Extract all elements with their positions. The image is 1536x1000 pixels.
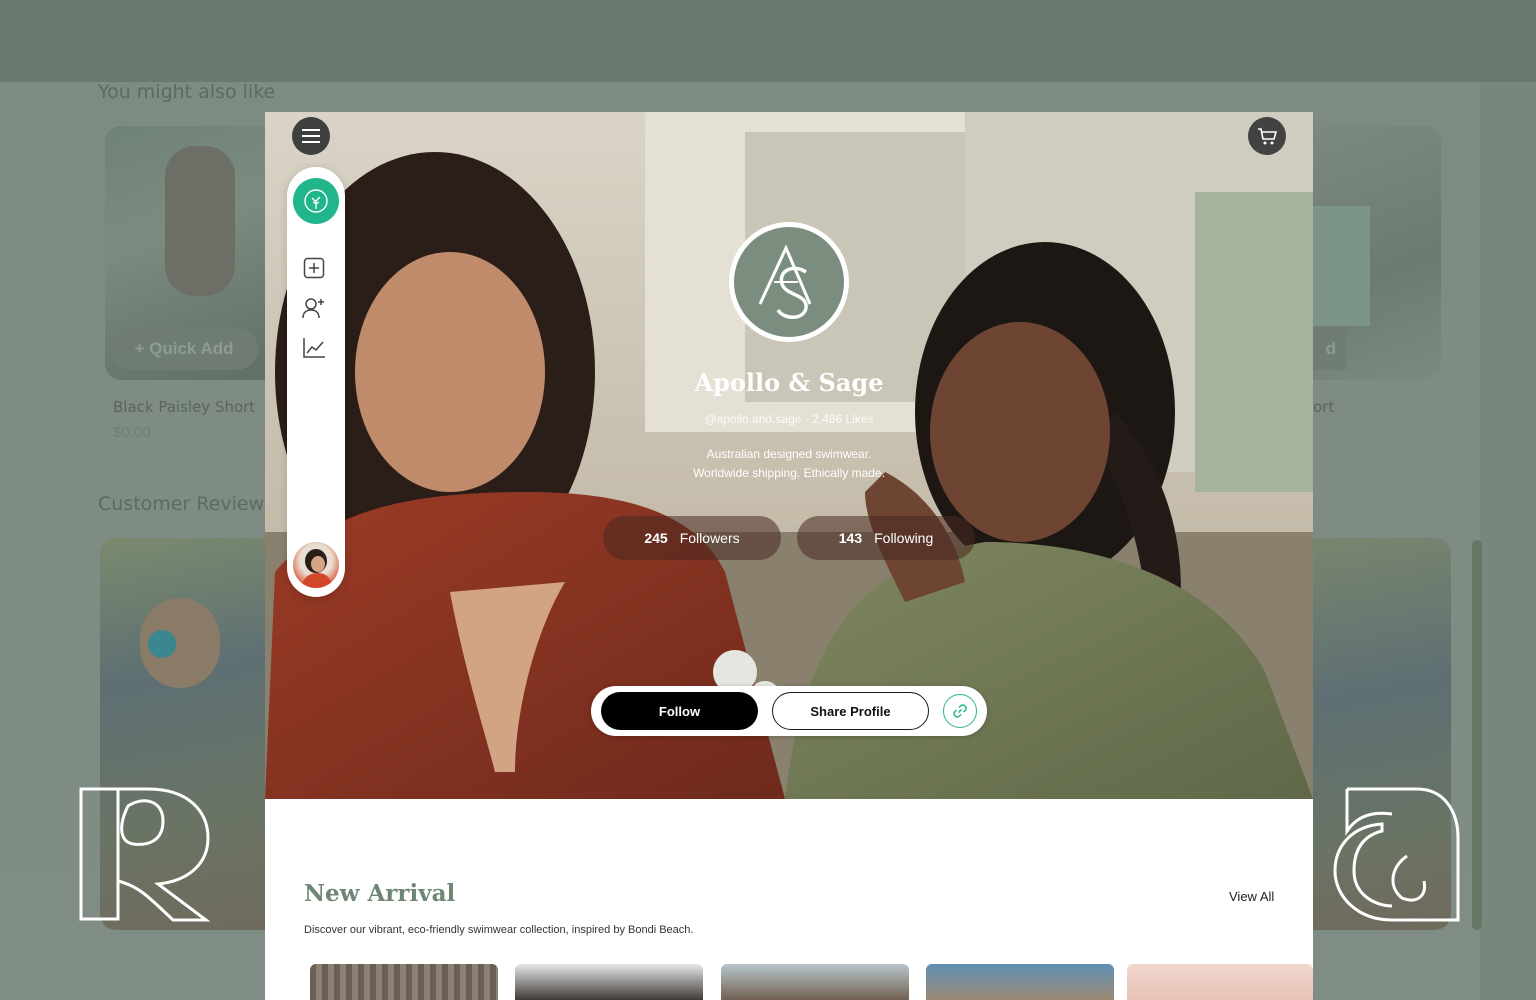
follow-button[interactable]: Follow (601, 692, 758, 730)
following-count: 143 (838, 530, 863, 546)
reviews-heading: Customer Reviews (98, 493, 275, 515)
tree-logo-icon (304, 189, 328, 213)
decorative-a-letter (1333, 787, 1460, 922)
bio-line-2: Worldwide shipping. Ethically made. (693, 466, 885, 480)
cart-button[interactable] (1248, 117, 1286, 155)
share-profile-button[interactable]: Share Profile (772, 692, 929, 730)
profile-logo (729, 222, 849, 342)
user-plus-icon (302, 298, 324, 319)
recommend-heading: You might also like (98, 81, 276, 103)
brand-monogram (758, 244, 812, 319)
quick-add-button[interactable]: + Quick Add (110, 328, 258, 370)
background-right-gutter (1480, 82, 1536, 1000)
profile-page: Apollo & Sage @apollo.and.sage · 2,486 L… (265, 112, 1313, 1000)
sidebar-item-add-user[interactable] (301, 295, 327, 321)
view-all-link[interactable]: View All (1229, 889, 1274, 904)
review-image-glasses (148, 630, 176, 658)
followers-label: Followers (679, 530, 740, 546)
background-topbar (0, 0, 1536, 82)
product-image-shape (1310, 206, 1370, 326)
bio-line-1: Australian designed swimwear. (706, 447, 872, 461)
product-card-left[interactable]: + Quick Add (105, 126, 285, 380)
review-card-edge (1472, 540, 1482, 930)
profile-action-bar: Follow Share Profile (591, 686, 987, 736)
sidebar-item-add-post[interactable] (301, 255, 327, 281)
profile-name: Apollo & Sage (694, 368, 884, 397)
following-pill[interactable]: 143 Following (797, 516, 975, 560)
product-thumb-4[interactable] (926, 964, 1114, 1000)
profile-bio: Australian designed swimwear. Worldwide … (265, 445, 1313, 483)
hamburger-menu-icon (302, 129, 320, 143)
product-image-shape (165, 146, 235, 296)
brand-logo-button[interactable] (293, 178, 339, 224)
product-price: $0.00 (113, 424, 151, 441)
avatar-image (301, 549, 333, 588)
product-thumb-2[interactable] (515, 964, 703, 1000)
menu-button[interactable] (292, 117, 330, 155)
product-name: Black Paisley Short (113, 398, 256, 416)
profile-handle-likes: @apollo.and.sage · 2,486 Likes (704, 412, 874, 426)
copy-link-button[interactable] (943, 694, 977, 728)
product-thumb-1[interactable] (310, 964, 498, 1000)
followers-count: 245 (644, 530, 668, 546)
link-icon (953, 704, 967, 718)
product-thumb-5[interactable] (1127, 964, 1313, 1000)
new-arrival-title: New Arrival (304, 880, 456, 907)
line-chart-icon (303, 338, 325, 358)
product-thumb-3[interactable] (721, 964, 909, 1000)
followers-pill[interactable]: 245 Followers (603, 516, 781, 560)
shopping-cart-icon (1258, 128, 1277, 145)
user-avatar[interactable] (293, 542, 339, 588)
new-arrival-description: Discover our vibrant, eco-friendly swimw… (304, 924, 694, 936)
plus-square-icon (303, 257, 325, 279)
decorative-r-letter (79, 787, 211, 922)
following-label: Following (874, 530, 934, 546)
product-name-right: ort (1313, 398, 1335, 416)
hero-banner: Apollo & Sage @apollo.and.sage · 2,486 L… (265, 112, 1313, 799)
sidebar-item-analytics[interactable] (301, 335, 327, 361)
